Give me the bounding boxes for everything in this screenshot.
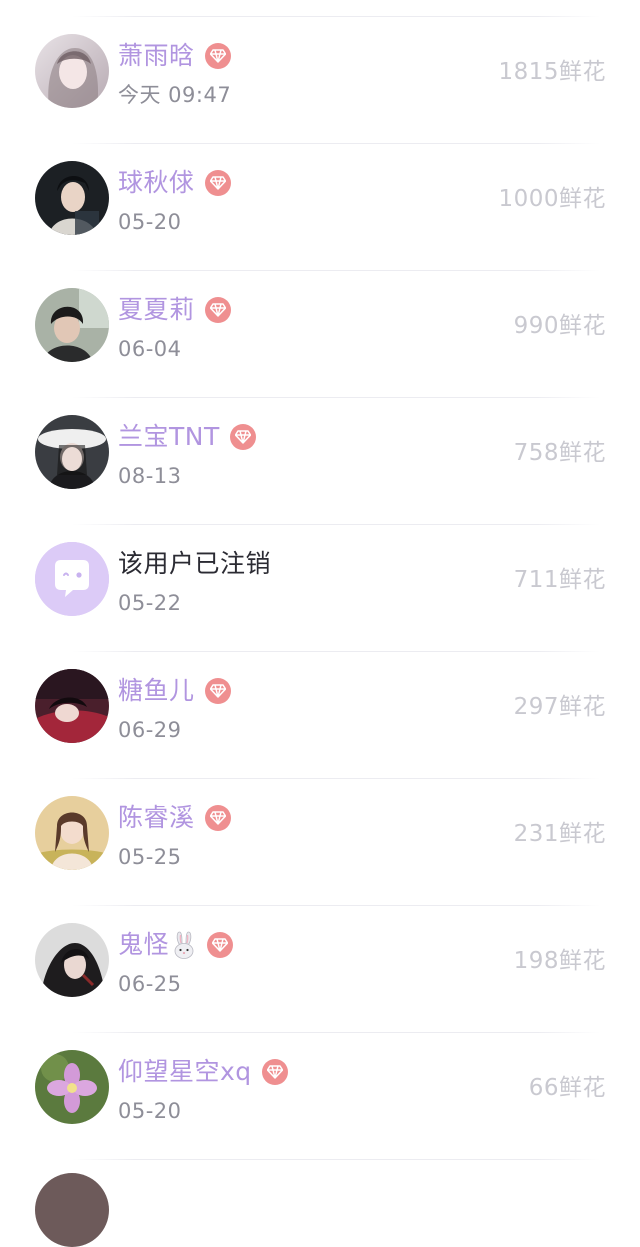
list-item[interactable]: 萧雨晗 今天 09:47 1815鲜花 (0, 17, 640, 144)
user-name[interactable]: 陈睿溪 (118, 799, 195, 837)
user-avatar[interactable] (35, 542, 109, 616)
list-item[interactable]: 陈睿溪 05-25 231鲜花 (0, 779, 640, 906)
user-name[interactable]: 糖鱼儿 (118, 672, 195, 710)
list-item[interactable]: 该用户已注销 05-22 711鲜花 (0, 525, 640, 652)
flower-count: 231鲜花 (513, 821, 606, 847)
vip-diamond-icon (207, 932, 234, 958)
list-item[interactable]: 鬼怪 06-25 198鲜花 (0, 906, 640, 1033)
list-item[interactable]: 夏夏莉 06-04 990鲜花 (0, 271, 640, 398)
chat-bubble-icon (35, 542, 109, 616)
user-avatar[interactable] (35, 669, 109, 743)
user-name[interactable]: 兰宝TNT (118, 418, 220, 456)
user-name[interactable]: 球秋俅 (118, 164, 195, 202)
user-name[interactable]: 该用户已注销 (118, 545, 271, 583)
gift-date: 08-13 (118, 464, 182, 488)
user-avatar[interactable] (35, 796, 109, 870)
list-item[interactable]: 糖鱼儿 06-29 297鲜花 (0, 652, 640, 779)
name-line: 陈睿溪 (118, 799, 231, 837)
name-line: 兰宝TNT (118, 418, 256, 456)
gift-date: 05-20 (118, 1099, 182, 1123)
user-avatar[interactable] (35, 1050, 109, 1124)
user-name[interactable]: 萧雨晗 (118, 37, 195, 75)
flower-count: 990鲜花 (513, 313, 606, 339)
user-avatar[interactable] (35, 923, 109, 997)
vip-diamond-icon (229, 424, 256, 450)
flower-count: 297鲜花 (513, 694, 606, 720)
gift-date: 05-22 (118, 591, 182, 615)
user-avatar[interactable] (35, 415, 109, 489)
user-avatar[interactable] (35, 288, 109, 362)
name-line: 鬼怪 (118, 926, 234, 964)
vip-diamond-icon (204, 805, 231, 831)
user-avatar[interactable] (35, 1173, 109, 1247)
user-name[interactable]: 夏夏莉 (118, 291, 195, 329)
gift-ranking-list: 萧雨晗 今天 09:47 1815鲜花 球秋俅 05-20 1000鲜花 夏夏莉… (0, 0, 640, 1247)
gift-date: 05-25 (118, 845, 182, 869)
gift-date: 06-25 (118, 972, 182, 996)
flower-count: 1815鲜花 (498, 59, 606, 85)
vip-diamond-icon (261, 1059, 288, 1085)
user-name[interactable]: 仰望星空xq (118, 1053, 252, 1091)
name-line: 糖鱼儿 (118, 672, 231, 710)
flower-count: 198鲜花 (513, 948, 606, 974)
gift-date: 今天 09:47 (118, 83, 232, 107)
list-item[interactable]: 仰望星空xq 05-20 66鲜花 (0, 1033, 640, 1160)
vip-diamond-icon (204, 170, 231, 196)
name-line: 球秋俅 (118, 164, 231, 202)
rabbit-emoji-icon (171, 930, 197, 960)
flower-count: 758鲜花 (513, 440, 606, 466)
divider (72, 1159, 600, 1160)
vip-diamond-icon (204, 297, 231, 323)
flower-count: 66鲜花 (528, 1075, 606, 1101)
name-line: 夏夏莉 (118, 291, 231, 329)
list-item[interactable]: 球秋俅 05-20 1000鲜花 (0, 144, 640, 271)
gift-date: 06-04 (118, 337, 182, 361)
user-name[interactable]: 鬼怪 (118, 926, 169, 964)
vip-diamond-icon (204, 678, 231, 704)
user-avatar[interactable] (35, 161, 109, 235)
user-avatar[interactable] (35, 34, 109, 108)
flower-count: 1000鲜花 (498, 186, 606, 212)
name-line: 该用户已注销 (118, 545, 271, 583)
vip-diamond-icon (204, 43, 231, 69)
flower-count: 711鲜花 (513, 567, 606, 593)
gift-date: 06-29 (118, 718, 182, 742)
list-item[interactable]: 兰宝TNT 08-13 758鲜花 (0, 398, 640, 525)
name-line: 萧雨晗 (118, 37, 231, 75)
name-line: 仰望星空xq (118, 1053, 288, 1091)
gift-date: 05-20 (118, 210, 182, 234)
